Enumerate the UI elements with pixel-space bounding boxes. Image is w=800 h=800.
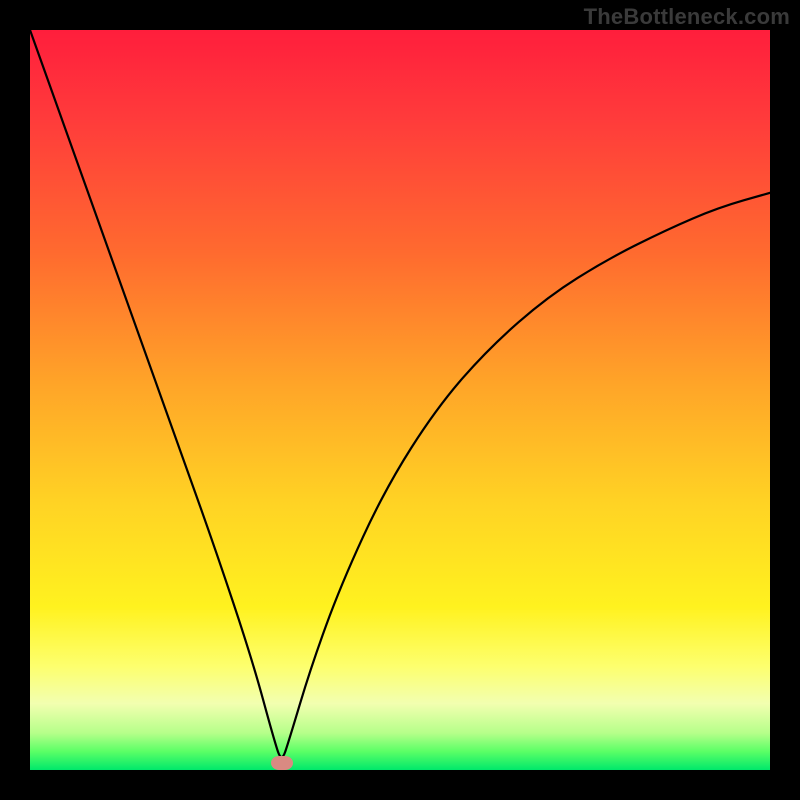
optimal-point-marker — [271, 756, 293, 770]
watermark-text: TheBottleneck.com — [584, 4, 790, 30]
chart-frame: TheBottleneck.com — [0, 0, 800, 800]
plot-area — [30, 30, 770, 770]
bottleneck-curve — [30, 30, 770, 770]
